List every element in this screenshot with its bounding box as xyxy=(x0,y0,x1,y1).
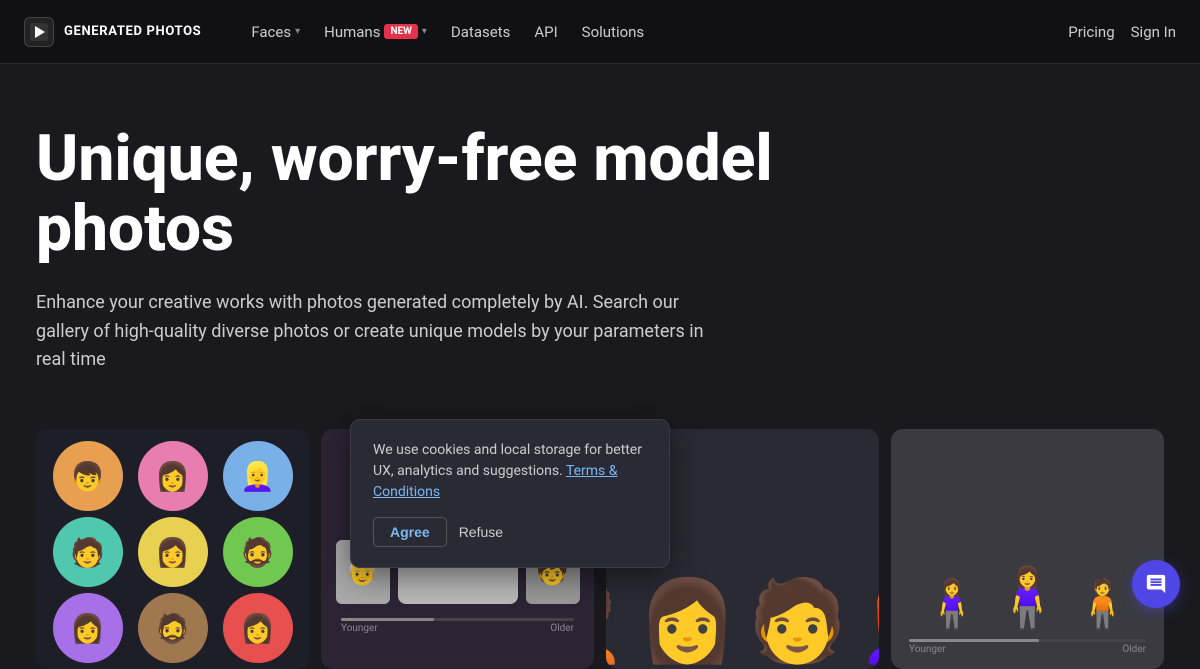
nav-solutions[interactable]: Solutions xyxy=(572,17,655,47)
age-slider[interactable] xyxy=(341,618,574,621)
nav-right: Pricing Sign In xyxy=(1068,23,1176,41)
face-avatar: 👩 xyxy=(138,517,208,587)
nav-pricing[interactable]: Pricing xyxy=(1068,23,1114,41)
cookie-banner: We use cookies and local storage for bet… xyxy=(350,419,670,568)
card-face-grid: 👦 👩 👱‍♀️ 🧑 👩 🧔 👩 🧔 👩 xyxy=(36,429,309,669)
face-avatar: 👩 xyxy=(138,441,208,511)
cookie-agree-button[interactable]: Agree xyxy=(373,517,447,547)
body-figure-1: 🧑‍🦱 xyxy=(606,581,628,661)
slider-label-older: Older xyxy=(550,623,574,634)
face-avatar: 🧑 xyxy=(53,517,123,587)
3d-figures: 🧍‍♀️ 🧍‍♀️ 🧍 xyxy=(901,439,1154,629)
cookie-buttons: Agree Refuse xyxy=(373,517,647,547)
cookie-message: We use cookies and local storage for bet… xyxy=(373,440,647,503)
3d-slider-label-older: Older xyxy=(1122,644,1146,655)
face-avatar: 👦 xyxy=(53,441,123,511)
3d-figure-2: 🧍‍♀️ xyxy=(990,569,1065,629)
new-badge: New xyxy=(384,24,417,39)
face-avatar: 🧔 xyxy=(138,593,208,663)
brand-name: GENERATED PHOTOS xyxy=(64,24,201,39)
nav-datasets[interactable]: Datasets xyxy=(441,17,520,47)
body-figure-2: 👩 xyxy=(638,581,738,661)
hero-subtitle: Enhance your creative works with photos … xyxy=(36,289,716,375)
logo-icon xyxy=(24,17,54,47)
body-figure-4: 👩‍🦰 xyxy=(857,581,879,661)
slider-labels: Younger Older xyxy=(341,623,574,634)
3d-body-card: 🧍‍♀️ 🧍‍♀️ 🧍 Younger Older xyxy=(891,429,1164,669)
3d-slider-label-younger: Younger xyxy=(909,644,946,655)
body-figure-3: 🧑 xyxy=(748,581,848,661)
logo[interactable]: GENERATED PHOTOS xyxy=(24,17,201,47)
face-avatar: 👩 xyxy=(53,593,123,663)
nav-api[interactable]: API xyxy=(524,17,567,47)
face-avatar: 🧔 xyxy=(223,517,293,587)
nav-humans[interactable]: Humans New ▾ xyxy=(314,17,437,47)
nav-signin[interactable]: Sign In xyxy=(1131,23,1176,41)
3d-figure-1: 🧍‍♀️ xyxy=(922,581,982,629)
hero-section: Unique, worry-free model photos Enhance … xyxy=(0,64,1200,405)
face-grid: 👦 👩 👱‍♀️ 🧑 👩 🧔 👩 🧔 👩 xyxy=(36,429,309,669)
cookie-refuse-button[interactable]: Refuse xyxy=(459,524,503,540)
chat-icon xyxy=(1145,573,1167,595)
navbar: GENERATED PHOTOS Faces ▾ Humans New ▾ Da… xyxy=(0,0,1200,64)
faces-chevron-icon: ▾ xyxy=(295,26,300,37)
3d-slider-fill xyxy=(909,639,1039,642)
3d-figure-3: 🧍 xyxy=(1073,581,1133,629)
chat-button[interactable] xyxy=(1132,560,1180,608)
face-avatar: 👱‍♀️ xyxy=(223,441,293,511)
3d-slider-labels: Younger Older xyxy=(909,644,1146,655)
humans-chevron-icon: ▾ xyxy=(422,26,427,37)
card-3d-body: 🧍‍♀️ 🧍‍♀️ 🧍 Younger Older xyxy=(891,429,1164,669)
nav-links: Faces ▾ Humans New ▾ Datasets API Soluti… xyxy=(241,17,1068,47)
nav-faces[interactable]: Faces ▾ xyxy=(241,17,310,47)
face-avatar: 👩 xyxy=(223,593,293,663)
hero-title: Unique, worry-free model photos xyxy=(36,124,836,265)
3d-age-slider[interactable] xyxy=(909,639,1146,642)
slider-fill xyxy=(341,618,434,621)
slider-label-younger: Younger xyxy=(341,623,378,634)
